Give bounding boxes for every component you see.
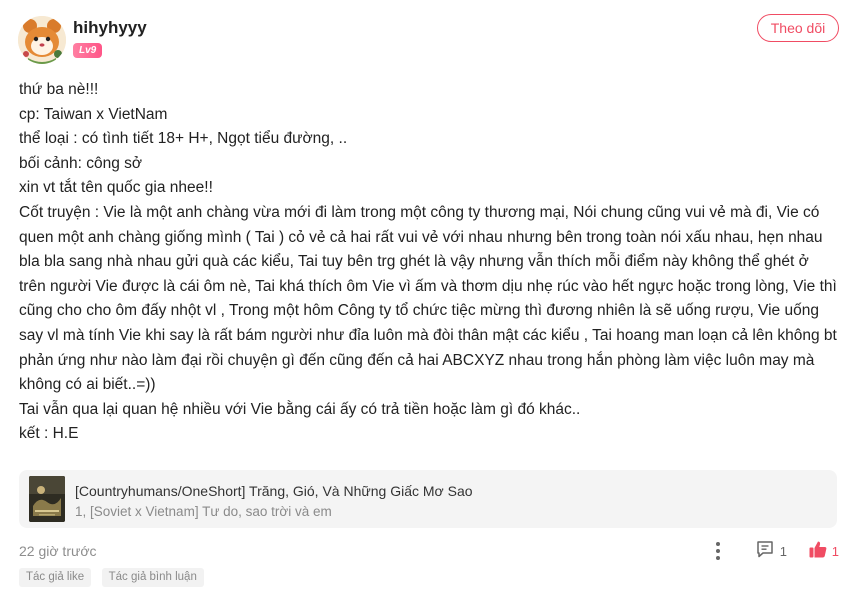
level-badge: Lv9 <box>73 43 103 58</box>
post-header: hihyhyyy Lv9 Theo dõi <box>18 14 839 64</box>
post-line: xin vt tắt tên quốc gia nhee!! <box>19 179 213 197</box>
more-vertical-icon[interactable] <box>710 540 726 562</box>
badge-tags: Tác giả like Tác giả bình luận <box>19 568 210 588</box>
avatar[interactable] <box>18 16 66 64</box>
tag-author-liked: Tác giả like <box>19 568 92 587</box>
post-line: thứ ba nè!!! <box>19 81 99 98</box>
post-time: 22 giờ trước <box>19 543 97 559</box>
comment-button[interactable]: 1 <box>755 540 787 562</box>
post-line: kết : H.E <box>19 425 79 443</box>
linked-work-subtitle: 1, [Soviet x Vietnam] Tư do, sao trời và… <box>75 504 332 519</box>
tag-author-commented: Tác giả bình luận <box>101 568 204 587</box>
post-line: thể loại : có tình tiết 18+ H+, Ngọt tiể… <box>19 130 348 148</box>
linked-work-card[interactable]: [Countryhumans/OneShort] Trăng, Gió, Và … <box>19 470 837 528</box>
post-line: bối cảnh: công sở <box>19 154 143 172</box>
thumbs-up-icon <box>808 539 828 564</box>
comment-count: 1 <box>779 543 787 559</box>
post-footer: 22 giờ trước 1 1 <box>19 540 839 564</box>
follow-button[interactable]: Theo dõi <box>757 14 839 42</box>
post-content: thứ ba nè!!! cp: Taiwan x VietNam thể lo… <box>19 78 839 447</box>
like-count: 1 <box>831 543 839 559</box>
post-line: Tai vẫn qua lại quan hệ nhiều với Vie bằ… <box>19 400 581 418</box>
avatar-image <box>18 16 66 64</box>
post-container: hihyhyyy Lv9 Theo dõi thứ ba nè!!! cp: T… <box>0 0 857 600</box>
author-username[interactable]: hihyhyyy <box>73 18 147 38</box>
post-line: Cốt truyện : Vie là một anh chàng vừa mớ… <box>19 203 846 394</box>
book-cover <box>29 476 65 522</box>
linked-work-title: [Countryhumans/OneShort] Trăng, Gió, Và … <box>75 483 473 499</box>
comment-icon <box>755 539 775 564</box>
post-line: cp: Taiwan x VietNam <box>19 105 168 123</box>
like-button[interactable]: 1 <box>808 540 839 562</box>
